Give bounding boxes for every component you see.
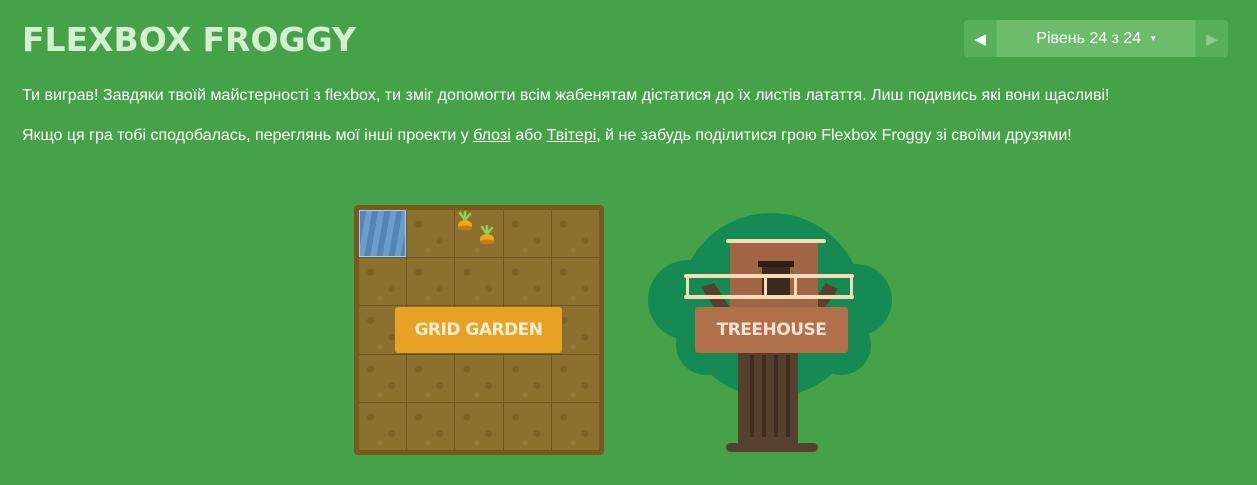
promo-text-middle: або: [510, 127, 547, 144]
page-title: FLEXBOX FROGGY: [22, 20, 356, 59]
grid-garden-button[interactable]: GRID GARDEN: [395, 307, 562, 353]
triangle-right-icon: ▶: [1206, 30, 1218, 48]
soil-cell: [551, 258, 599, 306]
carrot-icon: [480, 225, 494, 245]
soil-cell: [455, 258, 503, 306]
next-level-button[interactable]: ▶: [1196, 20, 1228, 57]
previous-level-button[interactable]: ◀: [964, 20, 996, 57]
soil-cell: [407, 402, 455, 450]
win-message: Ти виграв! Завдяки твоїй майстерності з …: [22, 87, 1110, 104]
promo-message: Якщо ця гра тобі сподобалась, переглянь …: [22, 126, 1072, 146]
soil-cell: [455, 402, 503, 450]
soil-cell: [407, 354, 455, 402]
promo-text-before: Якщо ця гра тобі сподобалась, переглянь …: [22, 127, 474, 144]
soil-cell: [503, 354, 551, 402]
soil-cell: [503, 402, 551, 450]
promo-text-after: , й не забудь поділитися грою Flexbox Fr…: [596, 127, 1072, 144]
soil-cell: [407, 258, 455, 306]
soil-cell: [551, 402, 599, 450]
soil-cell: [359, 258, 407, 306]
soil-cell: [359, 402, 407, 450]
water-cell: [359, 210, 407, 258]
soil-cell: [551, 210, 599, 258]
level-navigation: ◀ Рівень 24 з 24 ▾ ▶: [964, 20, 1228, 57]
soil-cell: [503, 210, 551, 258]
triangle-left-icon: ◀: [974, 30, 986, 48]
soil-cell: [503, 258, 551, 306]
soil-cell: [359, 354, 407, 402]
level-indicator-dropdown[interactable]: Рівень 24 з 24 ▾: [997, 20, 1195, 57]
soil-cell: [407, 210, 455, 258]
carrot-icon: [458, 211, 472, 231]
treehouse-button[interactable]: TREEHOUSE: [695, 307, 848, 353]
soil-cell: [551, 354, 599, 402]
twitter-link[interactable]: Твітері: [547, 127, 597, 144]
soil-cell: [455, 354, 503, 402]
level-indicator-text: Рівень 24 з 24: [1036, 29, 1142, 47]
blog-link[interactable]: блозі: [473, 127, 511, 144]
caret-down-icon: ▾: [1151, 33, 1156, 43]
